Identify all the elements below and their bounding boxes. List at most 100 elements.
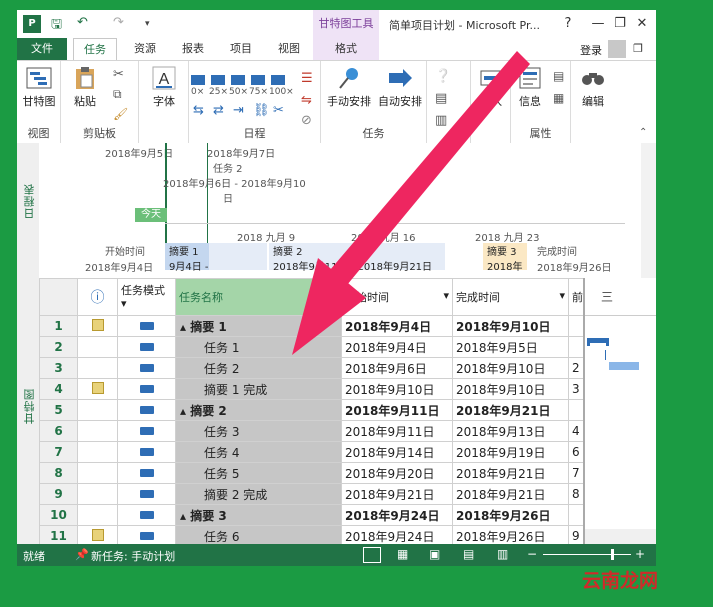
finish-cell[interactable]: 2018年9月5日 [452, 336, 569, 358]
format-painter-icon[interactable]: 🖌 [113, 107, 128, 121]
start-cell[interactable]: 2018年9月6日 [341, 357, 453, 379]
ribbon-restore-icon[interactable]: ❐ [627, 39, 649, 59]
info-cell[interactable] [77, 441, 118, 463]
tab-project[interactable]: 项目 [221, 38, 261, 60]
timeline-summary-1[interactable]: 摘要 1 9月4日 - 2018 [165, 243, 237, 273]
tab-view[interactable]: 视图 [269, 38, 309, 60]
task-mode-cell[interactable] [117, 441, 176, 463]
inspect-icon[interactable]: ❔ [435, 69, 451, 84]
copy-icon[interactable]: ⧉ [113, 87, 122, 102]
resource-sheet-icon[interactable]: ▤ [463, 547, 474, 561]
timeline-summary-3[interactable]: 摘要 3 2018年 [483, 243, 527, 273]
zoom-out-icon[interactable]: − [527, 547, 537, 561]
finish-cell[interactable]: 2018年9月21日 [452, 483, 569, 505]
pct-100-icon[interactable] [271, 75, 285, 85]
collapse-ribbon-icon[interactable]: ⌃ [639, 127, 647, 138]
cut-icon[interactable]: ✂ [113, 67, 124, 82]
start-column-header[interactable]: 开始时间 ▾ [341, 278, 453, 316]
row-number[interactable]: 8 [39, 462, 78, 484]
team-planner-icon[interactable]: ▣ [429, 547, 440, 561]
insert-button[interactable]: 插入 [473, 65, 509, 109]
start-cell[interactable]: 2018年9月11日 [341, 420, 453, 442]
info-cell[interactable] [77, 504, 118, 526]
pct-0-icon[interactable] [191, 75, 205, 85]
start-cell[interactable]: 2018年9月14日 [341, 441, 453, 463]
info-cell[interactable] [77, 399, 118, 421]
help-button[interactable]: ? [557, 14, 579, 34]
table-row[interactable]: 8 任务 5 2018年9月20日 2018年9月21日 7 [39, 462, 587, 484]
details-icon[interactable]: ▦ [553, 91, 564, 105]
row-number[interactable]: 11 [39, 525, 78, 544]
info-cell[interactable] [77, 357, 118, 379]
task-usage-icon[interactable]: ▦ [397, 547, 408, 561]
table-row[interactable]: 1 ▴ 摘要 1 2018年9月4日 2018年9月10日 [39, 315, 587, 337]
mark-on-track-icon[interactable]: ☰ [301, 71, 313, 86]
start-cell[interactable]: 2018年9月4日 [341, 315, 453, 337]
timeline-scrollbar[interactable] [641, 143, 656, 278]
table-row[interactable]: 3 任务 2 2018年9月6日 2018年9月10日 2 [39, 357, 587, 379]
finish-cell[interactable]: 2018年9月10日 [452, 315, 569, 337]
start-cell[interactable]: 2018年9月4日 [341, 336, 453, 358]
table-row[interactable]: 9 摘要 2 完成 2018年9月21日 2018年9月21日 8 [39, 483, 587, 505]
start-cell[interactable]: 2018年9月20日 [341, 462, 453, 484]
information-button[interactable]: 信息 [513, 65, 547, 109]
select-all-corner[interactable] [39, 278, 78, 316]
zoom-slider-thumb[interactable] [611, 549, 614, 560]
pct-75-icon[interactable] [251, 75, 265, 85]
finish-filter-icon[interactable]: ▾ [559, 289, 565, 302]
task-mode-cell[interactable] [117, 378, 176, 400]
move-right-icon[interactable]: ⇄ [213, 103, 224, 118]
timeline-view[interactable]: 日程表 2018年9月5日 2018年9月7日 任务 2 2018年9月6日 -… [17, 143, 656, 279]
finish-cell[interactable]: 2018年9月10日 [452, 357, 569, 379]
customize-qat-icon[interactable]: ▾ [145, 19, 150, 29]
table-row[interactable]: 6 任务 3 2018年9月11日 2018年9月13日 4 [39, 420, 587, 442]
info-cell[interactable] [77, 483, 118, 505]
pct-25-icon[interactable] [211, 75, 225, 85]
task-mode-cell[interactable] [117, 399, 176, 421]
finish-cell[interactable]: 2018年9月13日 [452, 420, 569, 442]
task-mode-cell[interactable] [117, 336, 176, 358]
start-cell[interactable]: 2018年9月21日 [341, 483, 453, 505]
start-cell[interactable]: 2018年9月11日 [341, 399, 453, 421]
table-row[interactable]: 2 任务 1 2018年9月4日 2018年9月5日 [39, 336, 587, 358]
task-name-cell[interactable]: 任务 3 [175, 420, 342, 442]
row-number[interactable]: 9 [39, 483, 78, 505]
info-column-header[interactable]: ⓘ [77, 278, 118, 316]
gantt-view-shortcut-icon[interactable] [363, 547, 381, 563]
table-row[interactable]: 7 任务 4 2018年9月14日 2018年9月19日 6 [39, 441, 587, 463]
row-number[interactable]: 5 [39, 399, 78, 421]
start-filter-icon[interactable]: ▾ [443, 289, 449, 302]
undo-icon[interactable]: ↶ [77, 15, 88, 30]
row-number[interactable]: 4 [39, 378, 78, 400]
pct-50-icon[interactable] [231, 75, 245, 85]
tab-task[interactable]: 任务 [73, 38, 117, 60]
start-cell[interactable]: 2018年9月24日 [341, 504, 453, 526]
avatar[interactable] [608, 40, 626, 58]
note-icon[interactable] [91, 528, 104, 541]
gantt-chart-pane[interactable]: 三 [583, 278, 656, 544]
info-cell[interactable] [77, 462, 118, 484]
tab-format[interactable]: 格式 [313, 38, 379, 60]
info-cell[interactable] [77, 336, 118, 358]
task-mode-cell[interactable] [117, 357, 176, 379]
mode-icon[interactable]: ▥ [435, 113, 447, 128]
link-icon[interactable]: ⛓ [253, 103, 270, 118]
task-mode-column-header[interactable]: 任务模式 ▾ [117, 278, 176, 316]
manual-schedule-button[interactable]: 手动安排 [323, 65, 375, 109]
finish-cell[interactable]: 2018年9月21日 [452, 399, 569, 421]
move-left-icon[interactable]: ⇆ [193, 103, 204, 118]
row-number[interactable]: 3 [39, 357, 78, 379]
new-task-mode[interactable]: 新任务: 手动计划 [91, 548, 175, 564]
task-mode-cell[interactable] [117, 315, 176, 337]
restore-button[interactable]: ❐ [609, 14, 631, 34]
task-mode-cell[interactable] [117, 525, 176, 544]
row-number[interactable]: 6 [39, 420, 78, 442]
gantt-chart-button[interactable]: 甘特图 [21, 65, 57, 109]
tab-file[interactable]: 文件 [17, 38, 67, 60]
gantt-hscrollbar[interactable] [585, 529, 656, 544]
paste-button[interactable]: 粘贴 [67, 65, 103, 109]
task-mode-cell[interactable] [117, 462, 176, 484]
row-number[interactable]: 10 [39, 504, 78, 526]
info-cell[interactable] [77, 420, 118, 442]
font-button[interactable]: A 字体 [145, 65, 183, 109]
